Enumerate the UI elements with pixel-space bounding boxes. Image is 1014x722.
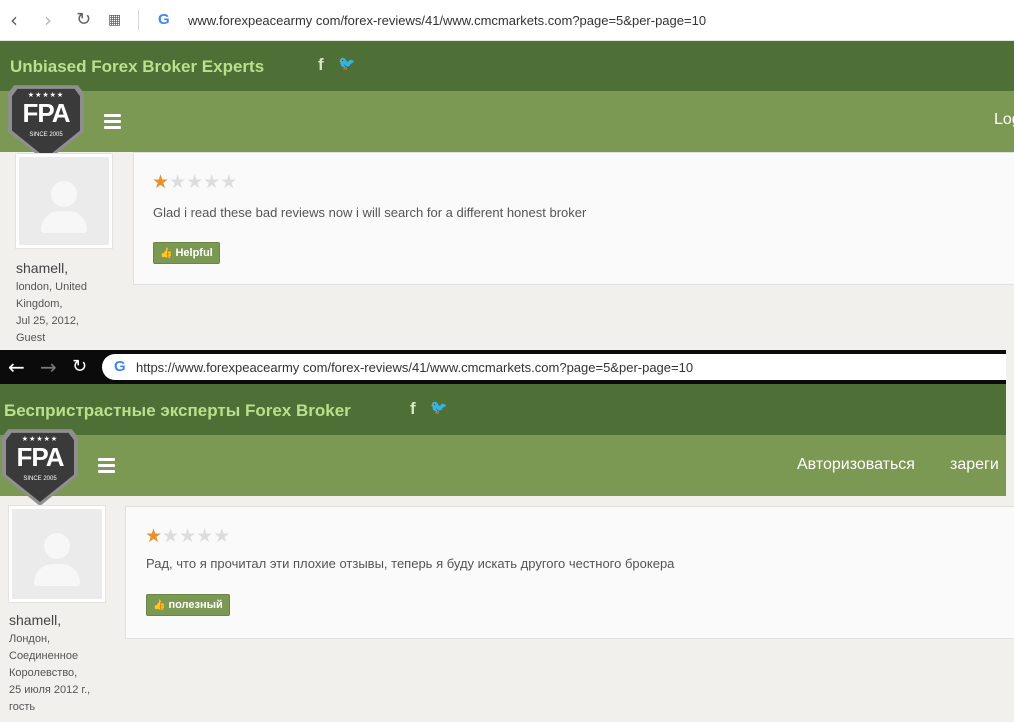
menu-icon[interactable] <box>98 458 115 476</box>
omnibox[interactable]: G https://www.forexpeacearmy com/forex-r… <box>102 354 1006 380</box>
avatar-head <box>51 181 77 207</box>
fpa-logo[interactable]: ★★★★★ FPA SINCE 2005 <box>8 82 84 162</box>
reviewer-location-2: Kingdom, <box>16 298 63 310</box>
avatar-body <box>41 211 87 233</box>
forward-icon[interactable]: › <box>44 10 52 30</box>
facebook-icon[interactable]: f <box>318 55 324 75</box>
review-date: 25 июля 2012 г., <box>9 684 91 696</box>
review-text: Рад, что я прочитал эти плохие отзывы, т… <box>146 556 675 571</box>
site-nav-bar: Авторизоваться зареги <box>0 435 1006 496</box>
reviewer-location-1: london, United <box>16 281 87 293</box>
star-icon: ★ <box>152 171 170 193</box>
helpful-label: Helpful <box>175 247 213 259</box>
apps-icon[interactable]: ▦ <box>108 10 121 30</box>
back-icon[interactable]: ‹ <box>10 10 18 30</box>
reviewer-info: shamell, Лондон, Соединенное Королевство… <box>9 612 90 716</box>
reviewer-location-3: Королевство, <box>9 667 78 679</box>
star-icon: ★ <box>203 171 221 193</box>
star-icon: ★ <box>145 525 163 547</box>
site-title[interactable]: Unbiased Forex Broker Experts <box>10 57 264 77</box>
twitter-icon[interactable]: 🐦 <box>338 55 355 72</box>
register-link[interactable]: зареги <box>950 456 999 474</box>
login-link[interactable]: Авторизоваться <box>797 456 915 474</box>
avatar-icon <box>16 154 112 248</box>
fpa-logo[interactable]: ★★★★★ FPA SINCE 2005 <box>2 426 78 506</box>
logo-text: FPA <box>16 442 64 472</box>
browser-toolbar: ‹ › ↻ ▦ G www.forexpeacearmy com/forex-r… <box>0 0 1014 41</box>
twitter-icon[interactable]: 🐦 <box>430 399 447 416</box>
english-screenshot: ‹ › ↻ ▦ G www.forexpeacearmy com/forex-r… <box>0 0 1014 350</box>
review-text: Glad i read these bad reviews now i will… <box>153 205 587 220</box>
address-bar[interactable]: www.forexpeacearmy com/forex-reviews/41/… <box>188 13 706 28</box>
avatar-head <box>44 533 70 559</box>
reviewer-location-2: Соединенное <box>9 650 79 662</box>
site-top-bar: Беспристрастные эксперты Forex Broker f … <box>0 384 1006 435</box>
logo-since: SINCE 2005 <box>23 476 57 482</box>
logo-text: FPA <box>22 98 70 128</box>
star-icon: ★ <box>213 525 231 547</box>
thumbs-up-icon: 👍 <box>160 248 173 259</box>
reload-icon[interactable]: ↻ <box>72 357 87 377</box>
reload-icon[interactable]: ↻ <box>76 10 91 30</box>
reviewer-info: shamell, london, United Kingdom, Jul 25,… <box>16 260 87 347</box>
site-nav-bar: Log <box>0 91 1014 152</box>
toolbar-separator <box>138 10 139 30</box>
site-title[interactable]: Беспристрастные эксперты Forex Broker <box>4 401 351 421</box>
russian-screenshot: ← → ↻ G https://www.forexpeacearmy com/f… <box>0 350 1014 722</box>
reviewer-name[interactable]: shamell, <box>16 260 87 276</box>
reviewer-name[interactable]: shamell, <box>9 612 90 628</box>
google-icon: G <box>114 358 126 375</box>
login-link[interactable]: Log <box>994 111 1014 129</box>
reviewer-location-1: Лондон, <box>9 633 51 645</box>
helpful-button[interactable]: 👍 полезный <box>146 594 230 616</box>
avatar-body <box>34 564 80 586</box>
facebook-icon[interactable]: f <box>410 399 416 419</box>
review-date: Jul 25, 2012, <box>16 315 79 327</box>
star-rating: ★★★★★ <box>145 525 230 547</box>
menu-icon[interactable] <box>104 114 121 132</box>
star-icon: ★ <box>196 525 214 547</box>
back-icon[interactable]: ← <box>8 357 25 377</box>
thumbs-up-icon: 👍 <box>153 600 166 611</box>
address-bar[interactable]: https://www.forexpeacearmy com/forex-rev… <box>136 360 693 375</box>
site-top-bar: Unbiased Forex Broker Experts f 🐦 <box>0 41 1014 91</box>
star-rating: ★★★★★ <box>152 171 237 193</box>
review-card: ★★★★★ Рад, что я прочитал эти плохие отз… <box>125 506 1014 639</box>
helpful-button[interactable]: 👍 Helpful <box>153 242 220 264</box>
review-card: ★★★★★ Glad i read these bad reviews now … <box>133 152 1014 285</box>
star-icon: ★ <box>162 525 180 547</box>
logo-since: SINCE 2005 <box>29 132 63 138</box>
star-icon: ★ <box>169 171 187 193</box>
browser-toolbar: ← → ↻ G https://www.forexpeacearmy com/f… <box>0 350 1006 384</box>
reviewer-status: гость <box>9 701 36 713</box>
helpful-label: полезный <box>168 599 223 611</box>
forward-icon[interactable]: → <box>40 357 57 377</box>
reviewer-status: Guest <box>16 332 46 344</box>
avatar-icon <box>9 506 105 602</box>
star-icon: ★ <box>220 171 238 193</box>
google-icon: G <box>158 11 170 28</box>
star-icon: ★ <box>179 525 197 547</box>
star-icon: ★ <box>186 171 204 193</box>
